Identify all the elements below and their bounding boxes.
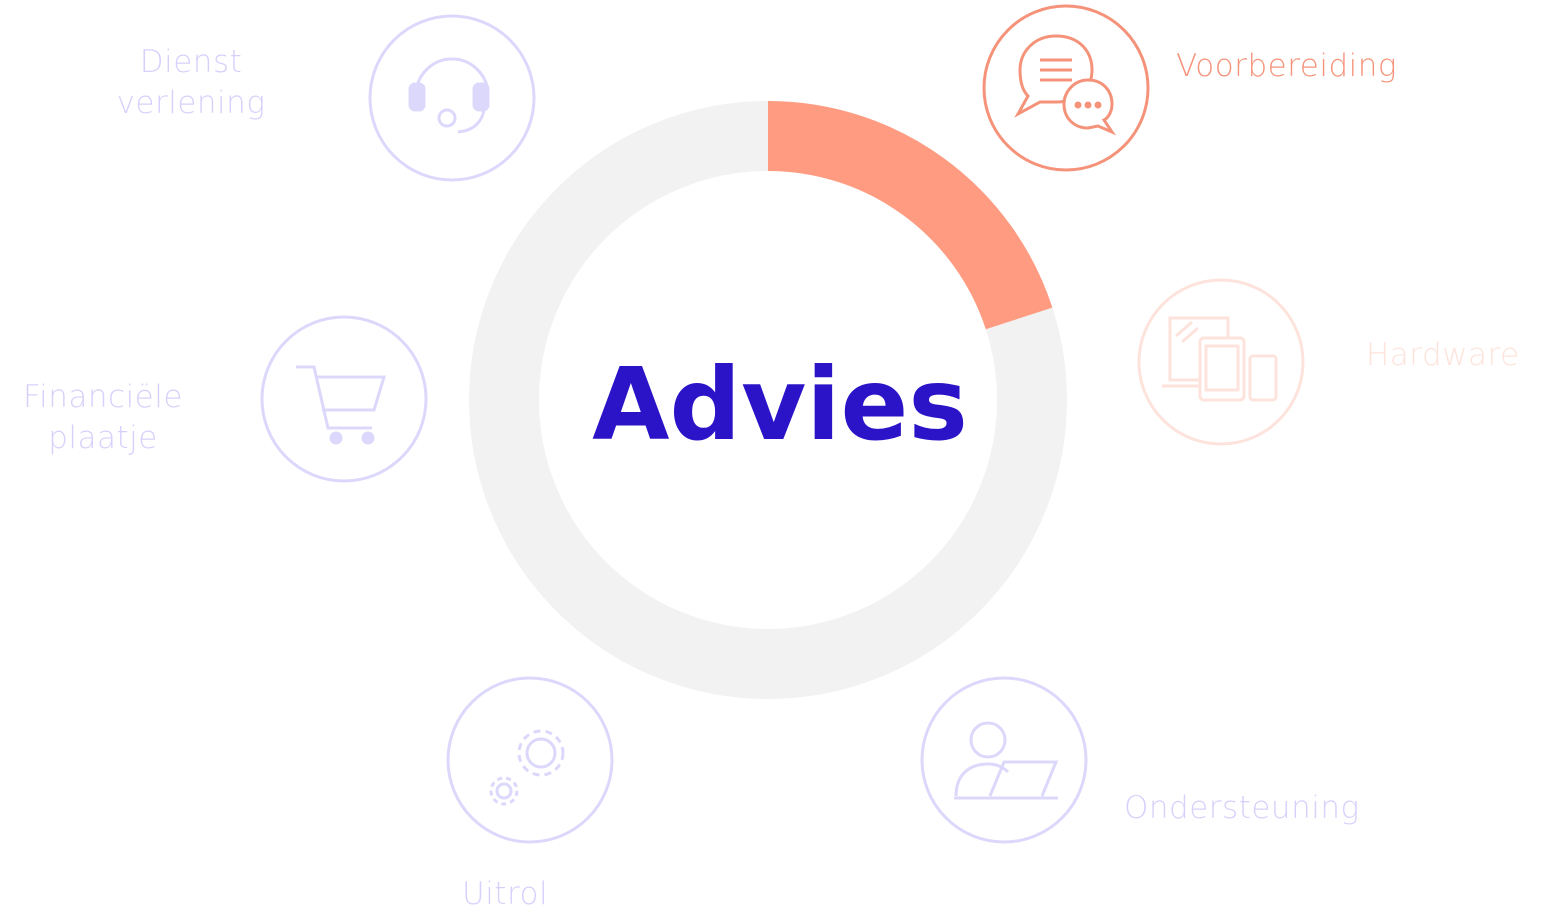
label-ondersteuning[interactable]: Ondersteuning bbox=[1124, 788, 1360, 829]
node-ondersteuning[interactable] bbox=[920, 676, 1088, 844]
label-hardware[interactable]: Hardware bbox=[1366, 335, 1520, 376]
label-line-2: plaatje bbox=[48, 420, 158, 456]
label-uitrol[interactable]: Uitrol bbox=[462, 874, 548, 915]
label-line-1: Hardware bbox=[1366, 337, 1520, 373]
node-hardware[interactable] bbox=[1137, 278, 1305, 446]
label-line-1: Voorbereiding bbox=[1176, 48, 1398, 84]
center-title: Advies bbox=[592, 346, 968, 463]
label-line-1: Ondersteuning bbox=[1124, 790, 1360, 826]
label-line-1: Dienst bbox=[139, 44, 243, 80]
node-voorbereiding[interactable] bbox=[982, 4, 1150, 172]
node-dienstverlening[interactable] bbox=[368, 14, 536, 182]
node-circle bbox=[260, 315, 428, 483]
label-dienstverlening[interactable]: Dienst verlening bbox=[108, 42, 274, 124]
ring-progress-segment bbox=[767, 101, 1053, 330]
label-line-1: Uitrol bbox=[462, 876, 549, 912]
label-financiele-plaatje[interactable]: Financiële plaatje bbox=[14, 377, 192, 459]
label-voorbereiding[interactable]: Voorbereiding bbox=[1176, 46, 1397, 87]
node-circle bbox=[368, 14, 536, 182]
node-circle bbox=[920, 676, 1088, 844]
label-line-1: Financiële bbox=[23, 379, 183, 415]
label-line-2: verlening bbox=[116, 85, 266, 121]
node-uitrol[interactable] bbox=[446, 676, 614, 844]
node-financiele-plaatje[interactable] bbox=[260, 315, 428, 483]
